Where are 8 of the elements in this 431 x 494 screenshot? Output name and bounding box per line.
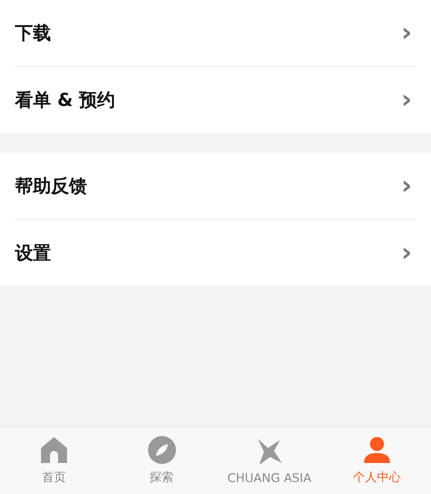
chevron-icon: › — [401, 20, 416, 46]
menu-item[interactable]: 设置 — [15, 241, 51, 265]
chevron-icon: › — [401, 173, 416, 199]
menu-item[interactable]: 帮助反馈 — [15, 174, 87, 198]
menu-item[interactable]: 看单 & 预约 — [15, 88, 116, 112]
menu-item[interactable]: 下载 — [15, 21, 51, 45]
chevron-icon: › — [401, 240, 416, 266]
chevron-icon: › — [401, 87, 416, 113]
